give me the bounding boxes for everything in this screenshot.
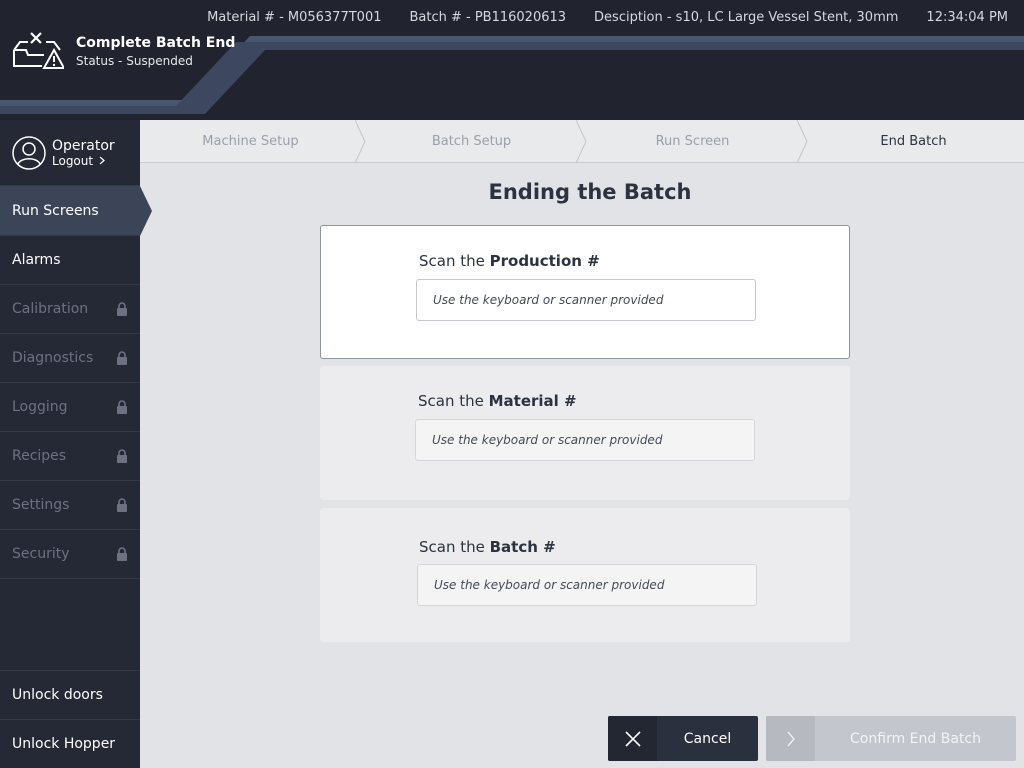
scan-production-card: Scan the Production # (320, 225, 850, 359)
user-avatar-icon (12, 135, 46, 170)
lock-icon (117, 400, 127, 414)
status-text: Status - Suspended (76, 53, 193, 68)
tray-warning-icon (13, 32, 64, 69)
unlock-hopper-button[interactable]: Unlock Hopper (0, 719, 140, 768)
title-block: Complete Batch End Status - Suspended (12, 30, 235, 72)
scan-production-label: Scan the Production # (419, 252, 600, 270)
scan-batch-card: Scan the Batch # (320, 508, 850, 642)
sidebar-item-recipes[interactable]: Recipes (0, 432, 140, 481)
logout-link[interactable]: Logout (52, 154, 115, 168)
close-icon (608, 716, 657, 761)
confirm-label: Confirm End Batch (850, 730, 981, 747)
app-header: Material # - M056377T001 Batch # - PB116… (0, 0, 1024, 120)
cancel-button[interactable]: Cancel (608, 716, 758, 761)
step-run-screen[interactable]: Run Screen (582, 120, 808, 163)
sidebar-item-label: Run Screens (12, 202, 99, 219)
step-separator (576, 120, 587, 163)
scan-material-card: Scan the Material # (320, 366, 850, 500)
operator-name: Operator (52, 137, 115, 154)
operator-panel: Operator Logout (0, 120, 140, 186)
sidebar-item-label: Security (12, 546, 70, 562)
lock-icon (117, 498, 127, 512)
sidebar-item-label: Calibration (12, 301, 89, 317)
chevron-right-icon (766, 716, 815, 761)
unlock-doors-button[interactable]: Unlock doors (0, 670, 140, 719)
sidebar-item-logging[interactable]: Logging (0, 383, 140, 432)
window-title: Complete Batch End (76, 34, 236, 51)
sidebar: Operator Logout Run Screens Alarms Calib… (0, 120, 152, 768)
material-number: Material # - M056377T001 (207, 10, 382, 25)
step-batch-setup[interactable]: Batch Setup (361, 120, 587, 163)
sidebar-item-label: Logging (12, 399, 68, 415)
lock-icon (117, 449, 127, 463)
step-machine-setup[interactable]: Machine Setup (140, 120, 366, 163)
sidebar-item-diagnostics[interactable]: Diagnostics (0, 334, 140, 383)
sidebar-bottom-actions: Unlock doors Unlock Hopper (0, 670, 140, 768)
step-label: End Batch (880, 133, 947, 149)
lock-icon (117, 547, 127, 561)
step-progress-bar: Machine Setup Batch Setup Run Screen End… (140, 120, 1024, 163)
batch-number-input[interactable] (417, 564, 757, 606)
batch-number: Batch # - PB116020613 (409, 10, 567, 25)
batch-info-bar: Material # - M056377T001 Batch # - PB116… (207, 10, 1008, 25)
sidebar-item-security[interactable]: Security (0, 530, 140, 579)
sidebar-item-alarms[interactable]: Alarms (0, 236, 140, 285)
sidebar-item-label: Diagnostics (12, 350, 94, 366)
confirm-end-batch-button[interactable]: Confirm End Batch (766, 716, 1016, 761)
lock-icon (117, 351, 127, 365)
sidebar-item-label: Recipes (12, 448, 67, 464)
chevron-right-icon (99, 156, 106, 165)
production-number-input[interactable] (416, 279, 756, 321)
lock-icon (117, 302, 127, 316)
clock: 12:34:04 PM (926, 10, 1008, 25)
step-end-batch[interactable]: End Batch (803, 120, 1024, 162)
logout-label: Logout (52, 153, 94, 168)
page-title: Ending the Batch (488, 180, 692, 204)
sidebar-item-label: Settings (12, 497, 70, 513)
step-separator (797, 120, 808, 163)
sidebar-item-calibration[interactable]: Calibration (0, 285, 140, 334)
sidebar-item-settings[interactable]: Settings (0, 481, 140, 530)
cancel-label: Cancel (683, 730, 732, 747)
sidebar-item-label: Alarms (12, 252, 61, 268)
description: Desciption - s10, LC Large Vessel Stent,… (594, 10, 899, 25)
scan-batch-label: Scan the Batch # (419, 538, 556, 556)
step-label: Run Screen (655, 133, 730, 149)
scan-material-label: Scan the Material # (418, 392, 577, 410)
material-number-input[interactable] (415, 419, 755, 461)
step-separator (355, 120, 366, 163)
sidebar-item-run-screens[interactable]: Run Screens (0, 186, 152, 236)
step-label: Batch Setup (431, 133, 512, 149)
step-label: Machine Setup (202, 133, 299, 149)
